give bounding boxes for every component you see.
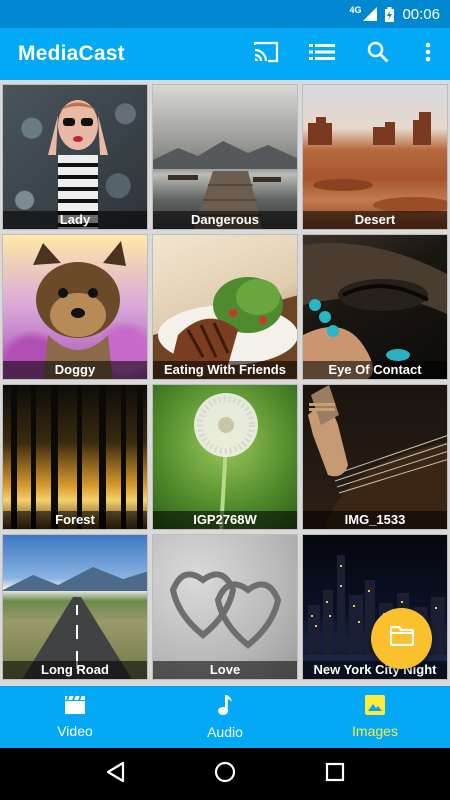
image-tile[interactable]: IGP2768W [152, 384, 298, 530]
recents-button[interactable] [311, 750, 359, 798]
nav-images-label: Images [352, 723, 398, 739]
search-icon [367, 41, 389, 68]
list-view-button[interactable] [294, 28, 350, 80]
back-triangle-icon [105, 761, 125, 788]
image-thumbnail [3, 235, 147, 379]
home-circle-icon [214, 761, 236, 788]
app-title: MediaCast [18, 42, 125, 65]
clock: 00:06 [402, 5, 440, 23]
image-grid: Lady Dangerous Desert Doggy Eating With … [0, 82, 450, 686]
image-caption: New York City Night [303, 661, 447, 679]
signal-icon [363, 7, 378, 21]
image-tile[interactable]: Dangerous [152, 84, 298, 230]
folder-icon [389, 625, 414, 651]
image-thumbnail [153, 385, 297, 529]
video-icon [64, 695, 86, 720]
network-type: 4G [349, 5, 362, 15]
image-caption: Long Road [3, 661, 147, 679]
image-caption: IGP2768W [153, 511, 297, 529]
back-button[interactable] [91, 750, 139, 798]
nav-video[interactable]: Video [0, 686, 150, 748]
image-caption: Lady [3, 211, 147, 229]
image-tile[interactable]: Eating With Friends [152, 234, 298, 380]
image-thumbnail [3, 535, 147, 679]
image-thumbnail [3, 85, 147, 229]
image-caption: Dangerous [153, 211, 297, 229]
music-note-icon [217, 694, 233, 721]
image-thumbnail [303, 385, 447, 529]
image-tile[interactable]: Lady [2, 84, 148, 230]
image-caption: Eye Of Contact [303, 361, 447, 379]
image-caption: Desert [303, 211, 447, 229]
open-folder-fab[interactable] [371, 608, 432, 669]
nav-audio[interactable]: Audio [150, 686, 300, 748]
image-tile[interactable]: IMG_1533 [302, 384, 448, 530]
nav-video-label: Video [57, 723, 93, 739]
status-bar: 4G 00:06 [0, 0, 450, 28]
image-thumbnail [3, 385, 147, 529]
cast-icon [253, 41, 279, 68]
image-tile[interactable]: Long Road [2, 534, 148, 680]
image-tile[interactable]: New York City Night [302, 534, 448, 680]
bottom-navigation: Video Audio Images [0, 686, 450, 748]
image-thumbnail [303, 85, 447, 229]
image-caption: IMG_1533 [303, 511, 447, 529]
image-tile[interactable]: Eye Of Contact [302, 234, 448, 380]
image-thumbnail [153, 535, 297, 679]
app-bar: MediaCast [0, 28, 450, 80]
image-tile[interactable]: Love [152, 534, 298, 680]
image-thumbnail [303, 235, 447, 379]
image-caption: Forest [3, 511, 147, 529]
home-button[interactable] [201, 750, 249, 798]
overflow-menu-button[interactable] [406, 28, 450, 80]
search-button[interactable] [350, 28, 406, 80]
image-caption: Eating With Friends [153, 361, 297, 379]
image-thumbnail [153, 235, 297, 379]
image-tile[interactable]: Desert [302, 84, 448, 230]
image-tile[interactable]: Doggy [2, 234, 148, 380]
image-icon [365, 695, 385, 720]
image-tile[interactable]: Forest [2, 384, 148, 530]
recents-square-icon [325, 762, 345, 787]
image-thumbnail [153, 85, 297, 229]
cast-button[interactable] [238, 28, 294, 80]
more-vert-icon [425, 42, 431, 67]
image-caption: Love [153, 661, 297, 679]
image-caption: Doggy [3, 361, 147, 379]
nav-audio-label: Audio [207, 724, 243, 740]
nav-images[interactable]: Images [300, 686, 450, 748]
battery-icon [385, 6, 395, 22]
list-icon [309, 43, 335, 66]
system-navigation-bar [0, 748, 450, 800]
app-bar-actions [238, 28, 450, 80]
